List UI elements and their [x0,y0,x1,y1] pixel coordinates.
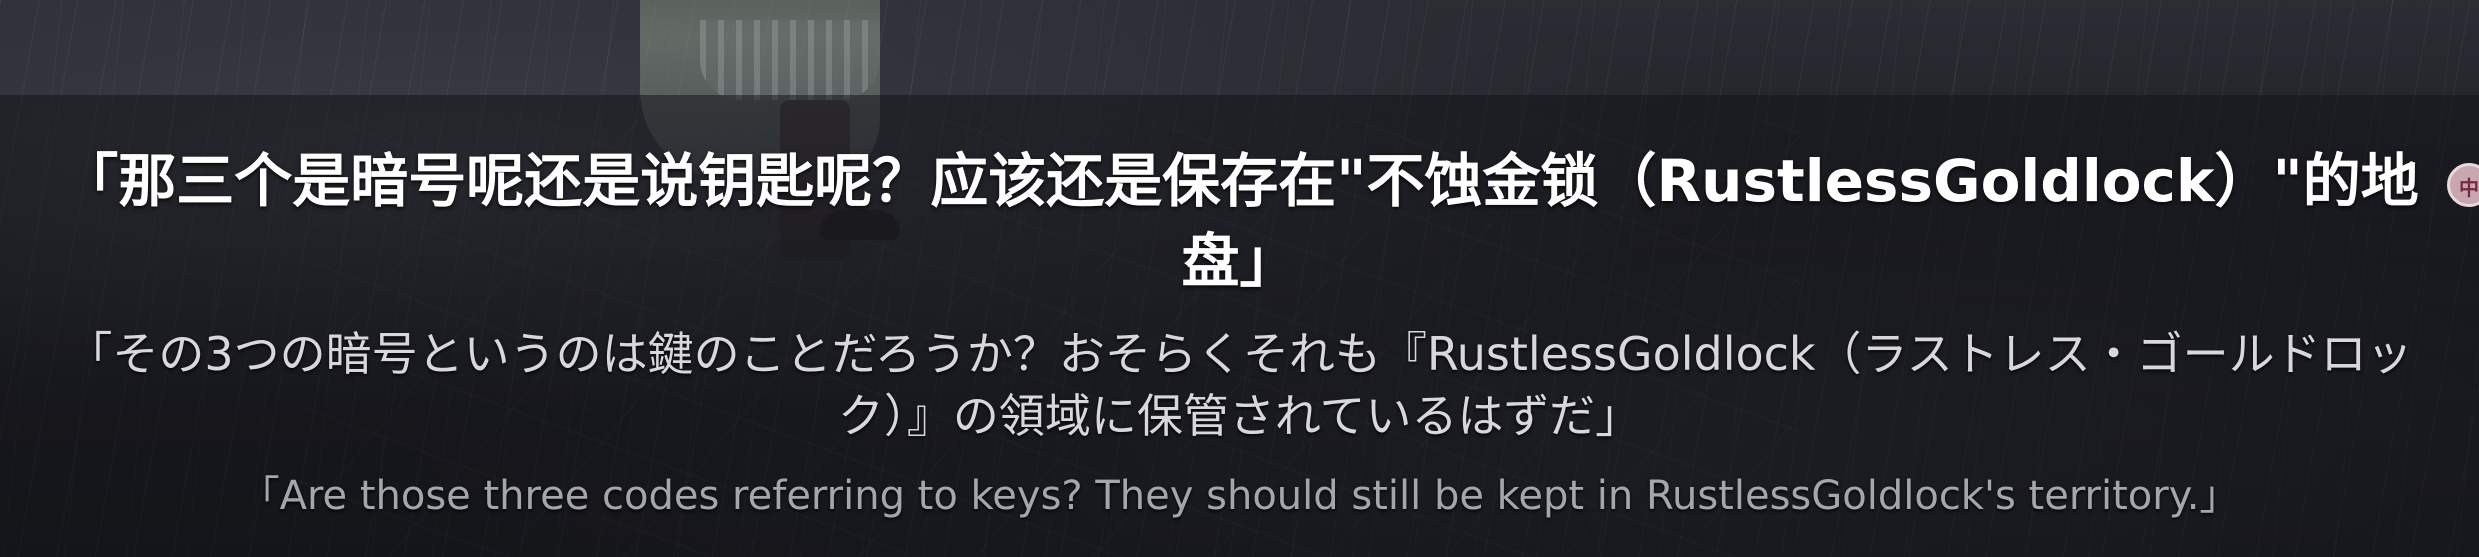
badge-glyph: 中 [2459,176,2479,200]
subtitle-japanese: 「その3つの暗号というのは鍵のことだろうか？おそらくそれも『RustlessGo… [66,327,2413,443]
game-scene: 「那三个是暗号呢还是说钥匙呢？应该还是保存在"不蚀金锁（RustlessGold… [0,0,2479,557]
subtitle-chinese: 「那三个是暗号呢还是说钥匙呢？应该还是保存在"不蚀金锁（RustlessGold… [60,147,2419,295]
character-skirt [700,20,880,100]
subtitle-box: 「那三个是暗号呢还是说钥匙呢？应该还是保存在"不蚀金锁（RustlessGold… [0,95,2479,523]
subtitle-english: 「Are those three codes referring to keys… [239,473,2240,519]
